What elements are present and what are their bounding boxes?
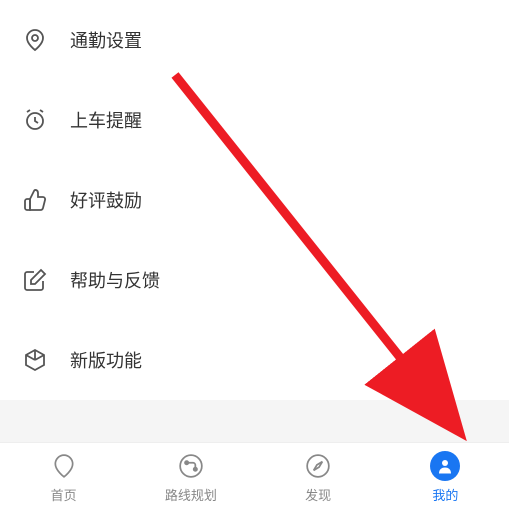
nav-label: 发现 <box>305 485 331 504</box>
settings-item-help-feedback[interactable]: 帮助与反馈 <box>20 240 489 320</box>
route-icon <box>176 451 206 481</box>
settings-item-rate-app[interactable]: 好评鼓励 <box>20 160 489 240</box>
nav-label: 我的 <box>432 485 458 504</box>
home-pin-icon <box>49 451 79 481</box>
settings-item-label: 帮助与反馈 <box>70 267 160 293</box>
settings-item-commute[interactable]: 通勤设置 <box>20 0 489 80</box>
settings-list: 通勤设置 上车提醒 好评鼓励 帮助与反馈 <box>0 0 509 400</box>
settings-item-boarding-reminder[interactable]: 上车提醒 <box>20 80 489 160</box>
settings-item-new-features[interactable]: 新版功能 <box>20 320 489 400</box>
location-pin-icon <box>20 25 50 55</box>
settings-item-label: 新版功能 <box>70 347 142 373</box>
bottom-nav: 首页 路线规划 发现 <box>0 442 509 512</box>
thumbs-up-icon <box>20 185 50 215</box>
settings-item-label: 好评鼓励 <box>70 187 142 213</box>
nav-label: 首页 <box>51 485 77 504</box>
nav-item-route[interactable]: 路线规划 <box>127 451 254 504</box>
alarm-icon <box>20 105 50 135</box>
nav-item-profile[interactable]: 我的 <box>382 451 509 504</box>
nav-label: 路线规划 <box>165 485 217 504</box>
cube-icon <box>20 345 50 375</box>
edit-box-icon <box>20 265 50 295</box>
profile-icon <box>430 451 460 481</box>
settings-item-label: 上车提醒 <box>70 107 142 133</box>
settings-item-label: 通勤设置 <box>70 27 142 53</box>
nav-item-home[interactable]: 首页 <box>0 451 127 504</box>
compass-icon <box>303 451 333 481</box>
nav-item-discover[interactable]: 发现 <box>255 451 382 504</box>
